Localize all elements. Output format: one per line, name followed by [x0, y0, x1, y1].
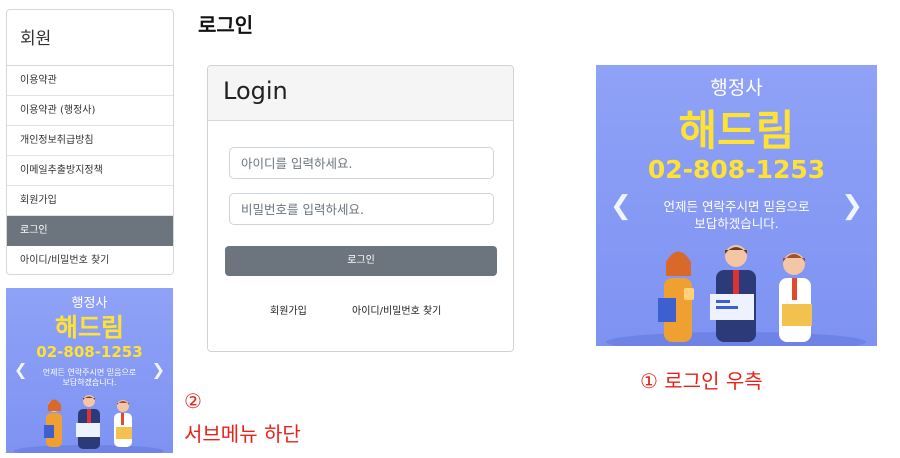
password-input[interactable]	[229, 193, 494, 225]
find-account-link[interactable]: 아이디/비밀번호 찾기	[352, 302, 441, 317]
people-illustration	[606, 245, 866, 346]
login-card: Login 로그인 회원가입 아이디/비밀번호 찾기	[207, 65, 514, 352]
annotation-number-2: ②	[184, 389, 202, 413]
banner-line1: 행정사	[710, 77, 763, 99]
banner-small[interactable]: 행정사 해드림 02-808-1253 언제든 연락주시면 믿음으로 보답하겠습…	[6, 288, 173, 453]
signup-link[interactable]: 회원가입	[270, 302, 307, 317]
banner-large[interactable]: 행정사 해드림 02-808-1253 언제든 연락주시면 믿음으로 보답하겠습…	[596, 65, 877, 346]
sidebar-item-terms-admin[interactable]: 이용약관 (행정사)	[7, 96, 173, 126]
banner-desc-line2: 보답하겠습니다.	[694, 216, 779, 231]
chevron-right-icon[interactable]: ❯	[841, 191, 863, 221]
sidebar-item-signup[interactable]: 회원가입	[7, 186, 173, 216]
banner-desc-line1: 언제든 연락주시면 믿음으로	[663, 199, 810, 214]
chevron-left-icon[interactable]: ❮	[610, 191, 632, 221]
banner-description: 언제든 연락주시면 믿음으로 보답하겠습니다.	[596, 198, 877, 232]
sidebar-item-privacy[interactable]: 개인정보취급방침	[7, 126, 173, 156]
login-title: Login	[208, 66, 513, 121]
banner-desc-line1: 언제든 연락주시면 믿음으로	[42, 368, 137, 377]
annotation-login-right: ① 로그인 우측	[640, 369, 763, 393]
annotation-submenu-bottom: 서브메뉴 하단	[184, 422, 301, 446]
sidebar-item-find-account[interactable]: 아이디/비밀번호 찾기	[7, 246, 173, 274]
sidebar-menu: 회원 이용약관 이용약관 (행정사) 개인정보취급방침 이메일추출방지정책 회원…	[6, 9, 174, 275]
banner-phone: 02-808-1253	[647, 155, 826, 184]
banner-phone: 02-808-1253	[36, 343, 143, 361]
banner-description: 언제든 연락주시면 믿음으로 보답하겠습니다.	[6, 368, 173, 388]
people-illustration	[14, 395, 164, 453]
sidebar-item-login[interactable]: 로그인	[7, 216, 173, 246]
chevron-left-icon[interactable]: ❮	[14, 360, 27, 379]
banner-name: 해드림	[678, 106, 795, 155]
sidebar-item-terms[interactable]: 이용약관	[7, 66, 173, 96]
chevron-right-icon[interactable]: ❯	[152, 360, 165, 379]
sidebar-title: 회원	[7, 10, 173, 66]
username-input[interactable]	[229, 147, 494, 179]
banner-desc-line2: 보답하겠습니다.	[62, 378, 117, 387]
sidebar-item-email-policy[interactable]: 이메일추출방지정책	[7, 156, 173, 186]
login-button[interactable]: 로그인	[225, 246, 497, 276]
page-title: 로그인	[198, 13, 254, 37]
banner-name: 해드림	[54, 313, 124, 342]
